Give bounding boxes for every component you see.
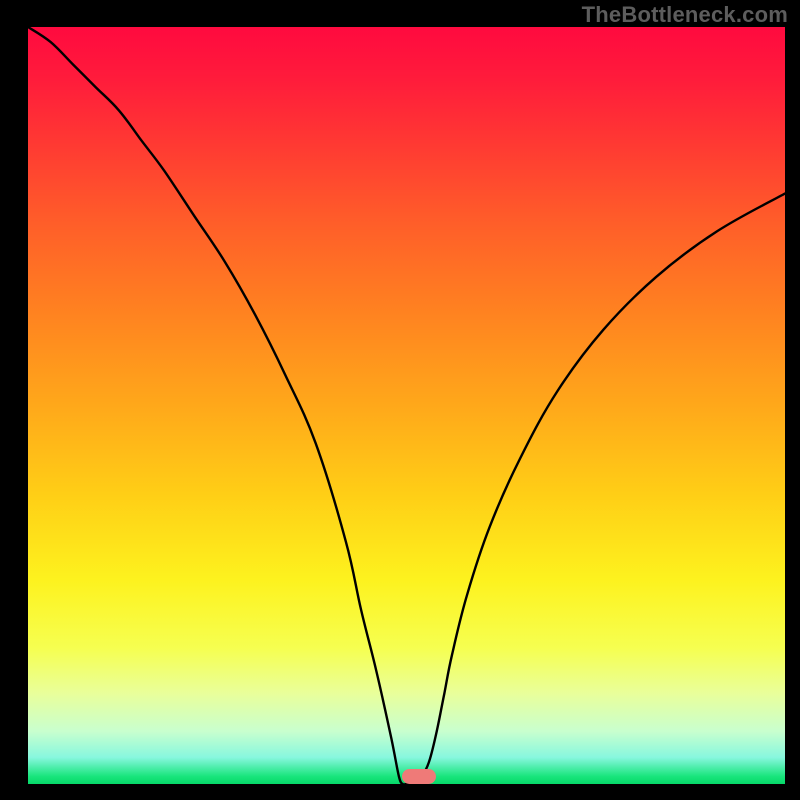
bottleneck-curve bbox=[28, 27, 785, 784]
chart-frame: TheBottleneck.com bbox=[0, 0, 800, 800]
bottleneck-curve-path bbox=[28, 27, 785, 784]
watermark-text: TheBottleneck.com bbox=[582, 2, 788, 28]
optimal-marker bbox=[402, 769, 436, 784]
plot-area bbox=[28, 27, 785, 784]
